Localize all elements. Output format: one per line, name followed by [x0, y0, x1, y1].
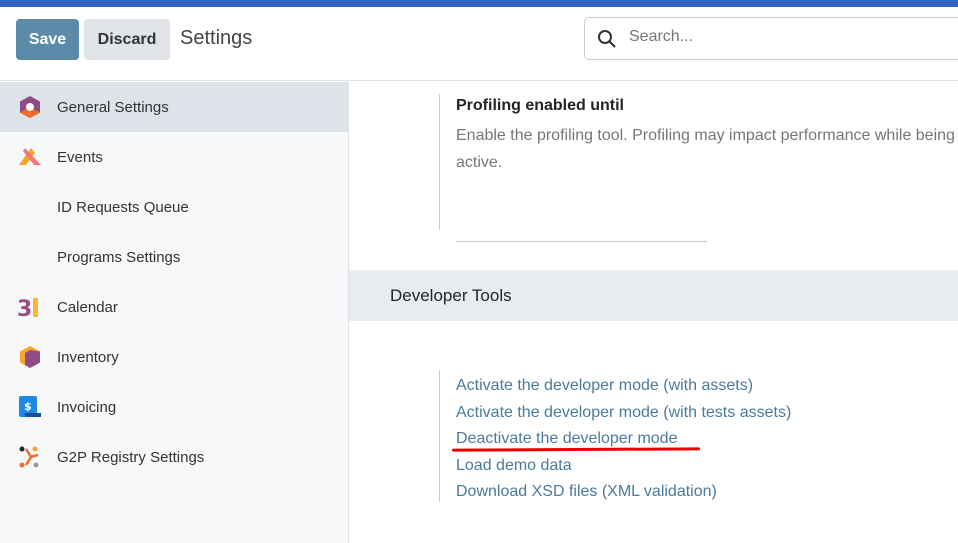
sidebar-item-label: G2P Registry Settings — [57, 448, 205, 466]
settings-content: Profiling enabled until Enable the profi… — [349, 82, 958, 543]
top-bar — [0, 0, 958, 7]
sidebar-item-label: ID Requests Queue — [57, 198, 189, 216]
general-settings-icon — [20, 96, 40, 118]
page-title: Settings — [180, 27, 253, 49]
activate-dev-mode-assets-link[interactable]: Activate the developer mode (with assets… — [456, 373, 791, 400]
activate-dev-mode-tests-link[interactable]: Activate the developer mode (with tests … — [456, 400, 791, 427]
developer-links: Activate the developer mode (with assets… — [456, 373, 791, 506]
sidebar-item-label: Calendar — [57, 298, 118, 316]
sidebar-item-programs-settings[interactable]: Programs Settings — [0, 232, 348, 282]
sidebar-item-general-settings[interactable]: General Settings — [0, 82, 348, 132]
load-demo-data-link[interactable]: Load demo data — [456, 453, 791, 480]
sidebar: General Settings Events ID Requests Queu… — [0, 82, 349, 543]
save-button[interactable]: Save — [16, 19, 79, 60]
sidebar-item-label: Events — [57, 148, 103, 166]
sidebar-item-id-requests-queue[interactable]: ID Requests Queue — [0, 182, 348, 232]
events-icon — [19, 148, 41, 165]
search-box[interactable] — [584, 17, 958, 60]
sidebar-item-label: Programs Settings — [57, 248, 181, 266]
sidebar-item-label: Invoicing — [57, 398, 117, 416]
control-panel: Save Discard Settings — [0, 7, 958, 81]
sidebar-item-label: General Settings — [57, 98, 169, 116]
sidebar-item-events[interactable]: Events — [0, 132, 348, 182]
calendar-icon: 3 — [17, 297, 38, 319]
g2p-registry-icon — [19, 446, 39, 468]
section-header-developer-tools: Developer Tools — [349, 270, 958, 321]
profiling-description: Enable the profiling tool. Profiling may… — [456, 127, 955, 171]
sidebar-item-label: Inventory — [57, 348, 119, 366]
inventory-icon — [20, 346, 40, 368]
sidebar-item-invoicing[interactable]: $ Invoicing — [0, 382, 348, 432]
divider — [439, 94, 440, 230]
search-icon — [598, 30, 616, 48]
discard-button[interactable]: Discard — [84, 19, 170, 60]
download-xsd-link[interactable]: Download XSD files (XML validation) — [456, 479, 791, 506]
profiling-title: Profiling enabled until — [456, 97, 624, 114]
svg-text:$: $ — [24, 400, 32, 413]
invoicing-icon: $ — [19, 396, 41, 417]
svg-text:3: 3 — [17, 297, 32, 319]
divider — [439, 370, 440, 502]
sidebar-item-inventory[interactable]: Inventory — [0, 332, 348, 382]
profiling-date-input[interactable] — [456, 222, 707, 242]
sidebar-item-calendar[interactable]: 3 Calendar — [0, 282, 348, 332]
search-input[interactable] — [629, 28, 929, 46]
sidebar-item-g2p-registry-settings[interactable]: G2P Registry Settings — [0, 432, 348, 482]
